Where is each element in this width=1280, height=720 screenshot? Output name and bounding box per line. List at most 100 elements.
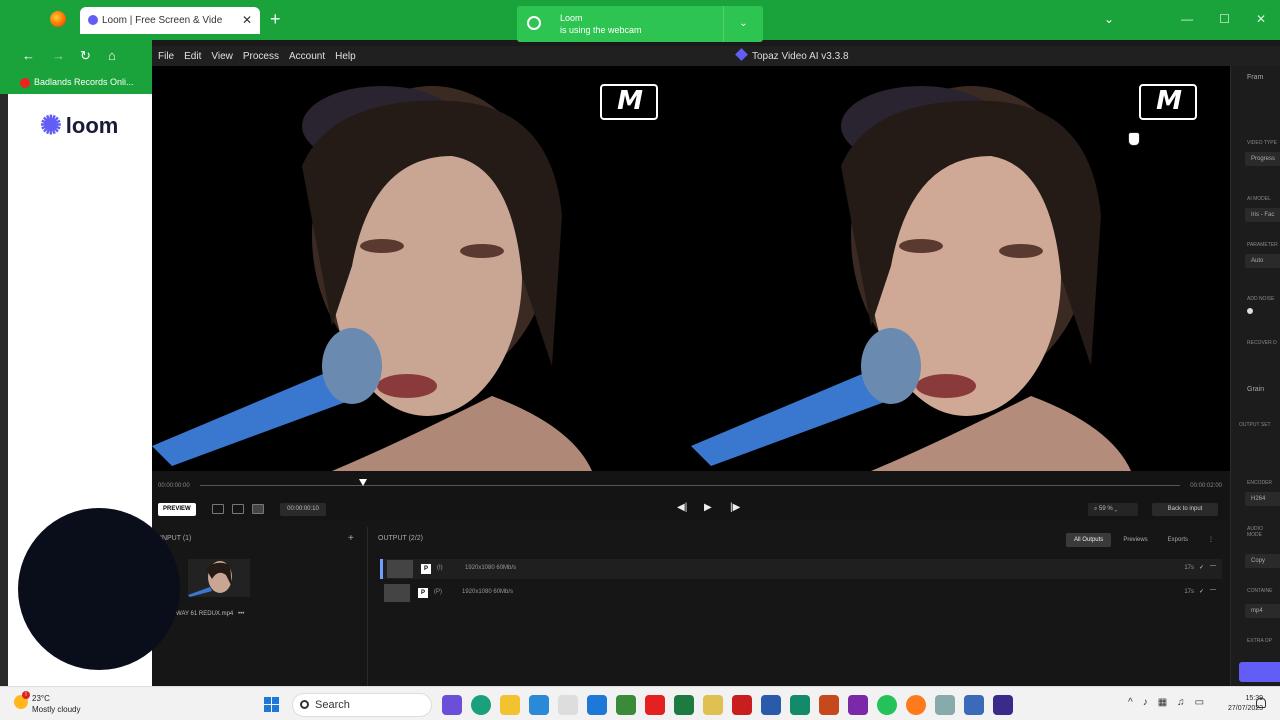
menu-account[interactable]: Account (289, 51, 325, 62)
playhead-icon[interactable] (359, 479, 367, 486)
topaz-taskbar-icon[interactable] (993, 695, 1013, 715)
original-preview[interactable]: M (152, 66, 691, 471)
browser-nav-bar: ← → ↻ ⌂ (0, 40, 152, 72)
wikipedia-icon[interactable] (558, 695, 578, 715)
webcam-icon (527, 16, 541, 30)
video-frame-enhanced (691, 86, 1131, 471)
add-input-icon[interactable]: + (348, 533, 354, 544)
split-view-icon[interactable] (232, 504, 244, 514)
notification-chevron-icon[interactable]: ⌄ (723, 6, 763, 42)
paint-icon[interactable] (935, 695, 955, 715)
search-box[interactable]: Search (292, 693, 432, 717)
onenote-icon[interactable] (848, 695, 868, 715)
excel-icon[interactable] (674, 695, 694, 715)
close-tab-icon[interactable]: ✕ (242, 13, 252, 27)
enhanced-preview[interactable]: M (691, 66, 1230, 471)
network-icon[interactable]: ▦ (1158, 697, 1167, 708)
export-button[interactable] (1239, 662, 1280, 682)
play-icon[interactable]: ▶ (704, 502, 712, 513)
step-back-icon[interactable]: ◀| (677, 502, 687, 513)
battery-icon[interactable]: ▭ (1195, 697, 1204, 708)
minimize-icon[interactable]: — (1181, 12, 1193, 26)
bookmark-badlands[interactable]: Badlands Records Onli... (34, 77, 134, 87)
taskbar-apps (442, 695, 1013, 715)
speaker-icon[interactable]: ♫ (1177, 697, 1185, 708)
encoder-select[interactable]: H264 (1245, 492, 1280, 506)
firefox-taskbar-icon[interactable] (906, 695, 926, 715)
app-icon[interactable] (616, 695, 636, 715)
home-icon[interactable]: ⌂ (108, 48, 116, 63)
audio-mode-label: AUDIO MODE (1247, 526, 1263, 538)
acrobat-icon[interactable] (732, 695, 752, 715)
side-by-side-view-icon[interactable] (252, 504, 264, 514)
parameters-select[interactable]: Auto (1245, 254, 1280, 268)
new-tab-icon[interactable]: + (270, 10, 281, 28)
output-badge: P (421, 564, 431, 574)
menu-view[interactable]: View (211, 51, 233, 62)
weather-temp: 23°C (32, 694, 50, 703)
word-icon[interactable] (761, 695, 781, 715)
output-row[interactable]: P (P) 1920x1080 60Mb/s 17s ✓ — (380, 583, 1222, 603)
chevron-down-icon[interactable]: ⌄ (1104, 12, 1114, 26)
start-icon[interactable] (264, 697, 279, 712)
firefox-icon[interactable] (50, 11, 66, 27)
menu-file[interactable]: File (158, 51, 174, 62)
loom-webcam-bubble[interactable] (18, 508, 180, 670)
calculator-icon[interactable] (529, 695, 549, 715)
single-view-icon[interactable] (212, 504, 224, 514)
chevron-up-icon[interactable]: ^ (1128, 697, 1133, 708)
input-thumbnail[interactable] (188, 559, 250, 597)
back-to-input-button[interactable]: Back to input (1152, 503, 1218, 516)
tab-all-outputs[interactable]: All Outputs (1065, 533, 1112, 547)
close-window-icon[interactable]: ✕ (1256, 12, 1266, 26)
file-explorer-icon[interactable] (500, 695, 520, 715)
input-more-icon[interactable]: ••• (238, 611, 244, 617)
edge-icon[interactable] (471, 695, 491, 715)
output-row[interactable]: P (I) 1920x1080 60Mb/s 17s ✓ — (380, 559, 1222, 579)
reload-icon[interactable]: ↻ (80, 48, 91, 64)
mail-icon[interactable] (964, 695, 984, 715)
ai-model-select[interactable]: Iris - Fac (1245, 208, 1280, 222)
maximize-icon[interactable]: ☐ (1219, 12, 1230, 26)
teams-icon[interactable] (442, 695, 462, 715)
timecode-field[interactable]: 00:00:00:10 (280, 503, 326, 516)
zoom-select[interactable]: ⌕ 59 % ⌄ (1088, 503, 1138, 516)
container-select[interactable]: mp4 (1245, 604, 1280, 618)
weather-widget[interactable]: ! 23°C Mostly cloudy (12, 691, 80, 715)
whatsapp-icon[interactable] (877, 695, 897, 715)
recover-label: RECOVER D (1247, 340, 1277, 346)
preview-button[interactable]: PREVIEW (158, 503, 196, 516)
hand-cursor-icon (1128, 132, 1140, 146)
remove-output-icon[interactable]: — (1210, 563, 1216, 569)
video-viewer[interactable]: M M (152, 66, 1230, 471)
audio-mode-select[interactable]: Copy (1245, 554, 1280, 568)
youtube-icon[interactable] (645, 695, 665, 715)
tab-exports[interactable]: Exports (1160, 533, 1196, 547)
forward-icon[interactable]: → (52, 48, 65, 63)
tab-previews[interactable]: Previews (1115, 533, 1155, 547)
powerpoint-icon[interactable] (819, 695, 839, 715)
back-icon[interactable]: ← (22, 48, 35, 63)
output-label: (I) (437, 565, 443, 571)
browser-tab-loom[interactable]: Loom | Free Screen & Video Recording ✕ (80, 7, 260, 34)
menu-help[interactable]: Help (335, 51, 356, 62)
publisher-icon[interactable] (790, 695, 810, 715)
output-options-icon[interactable]: ⋮ (1200, 533, 1222, 547)
loom-logo[interactable]: ✺ loom (40, 110, 118, 141)
menu-process[interactable]: Process (243, 51, 279, 62)
grain-label[interactable]: Grain (1247, 386, 1264, 393)
remove-output-icon[interactable]: — (1210, 587, 1216, 593)
frame-label[interactable]: Fram (1247, 74, 1263, 81)
add-noise-slider[interactable] (1247, 308, 1253, 314)
updates-icon[interactable] (587, 695, 607, 715)
timeline-track[interactable] (200, 485, 1180, 486)
microphone-icon[interactable]: ♪ (1143, 697, 1148, 708)
menu-edit[interactable]: Edit (184, 51, 201, 62)
pen-icon[interactable] (703, 695, 723, 715)
bookmark-icon (20, 78, 30, 88)
webcam-notification[interactable]: Loom is using the webcam ⌄ (517, 6, 763, 42)
notification-bell-icon[interactable] (1256, 698, 1266, 708)
video-type-select[interactable]: Progress (1245, 152, 1280, 166)
step-forward-icon[interactable]: |▶ (730, 502, 740, 513)
timeline[interactable]: 00:00:00:00 00:00:02:00 (152, 471, 1230, 499)
